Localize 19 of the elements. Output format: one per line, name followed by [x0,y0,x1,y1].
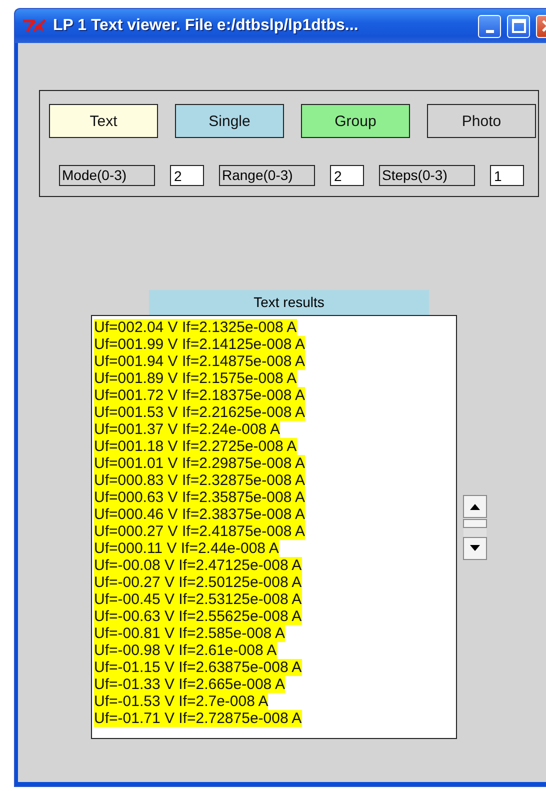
parameter-field[interactable]: 2 [170,165,204,186]
feather-icon [21,18,47,34]
maximize-button[interactable] [507,14,530,38]
mode-button[interactable]: Photo [427,104,536,138]
results-text-area[interactable] [91,315,457,739]
results-header: Text results [149,290,429,315]
window-title: LP 1 Text viewer. File e:/dtbslp/lp1dtbs... [53,17,360,35]
maximize-icon [512,19,526,33]
parameter-field[interactable]: 1 [490,165,524,186]
mode-button[interactable]: Group [301,104,410,138]
parameter-label: Steps(0-3) [379,165,475,186]
minimize-button[interactable] [478,14,501,38]
parameter-field[interactable]: 2 [330,165,364,186]
parameter-label: Range(0-3) [219,165,315,186]
parameter-label: Mode(0-3) [59,165,155,186]
scrollbar-drawing[interactable] [463,495,487,560]
mode-button[interactable]: Text [49,104,158,138]
minimize-icon [486,30,494,32]
mode-button[interactable]: Single [175,104,284,138]
